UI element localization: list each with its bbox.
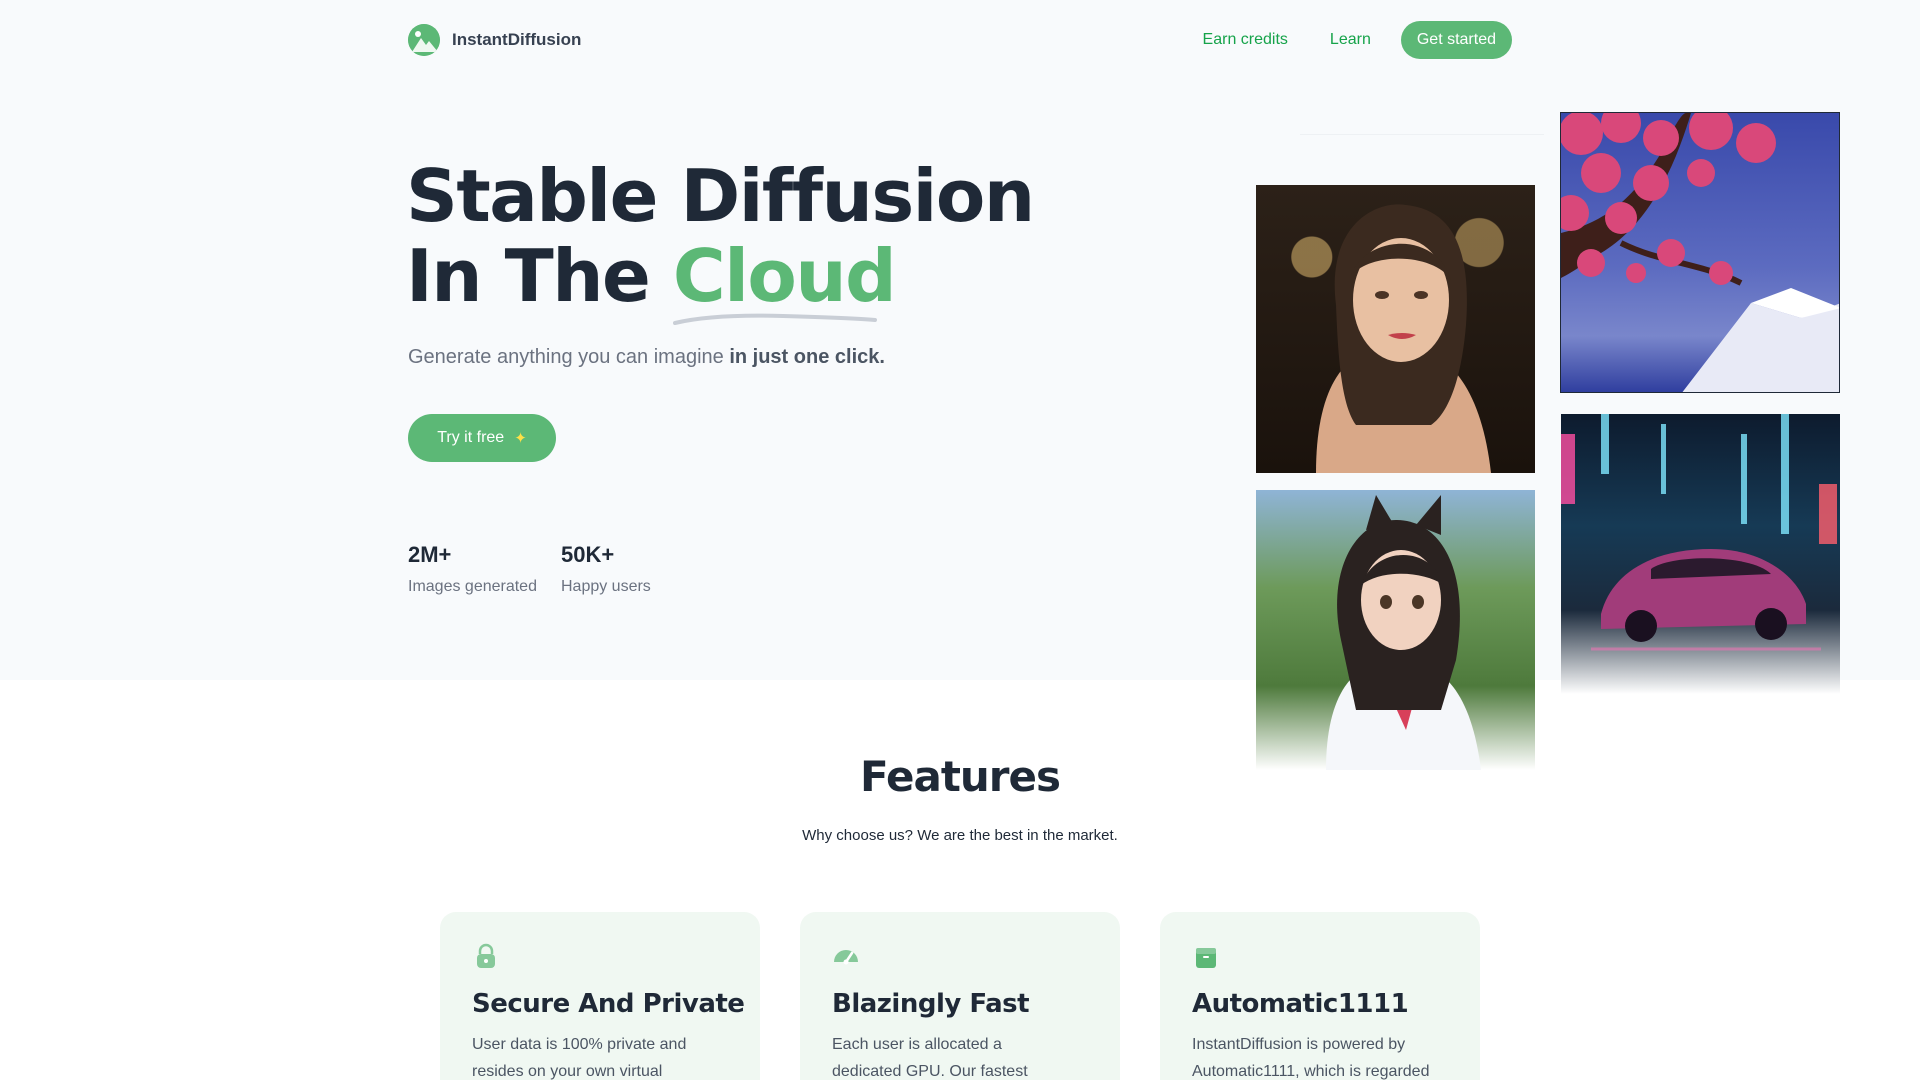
nav-learn[interactable]: Learn: [1318, 23, 1383, 57]
lock-icon: [477, 943, 495, 968]
feature-card-title: Automatic1111: [1192, 989, 1409, 1019]
logo-icon: [408, 24, 440, 56]
gallery-image-neon-car: [1561, 414, 1840, 694]
feature-card-title: Blazingly Fast: [832, 989, 1030, 1019]
gallery-divider: [1300, 134, 1544, 135]
stat-value: 50K+: [560, 542, 615, 567]
main-nav: Earn credits Learn Get started: [1191, 21, 1512, 59]
brand-name: InstantDiffusion: [452, 30, 582, 49]
stat-label: Images generated: [408, 578, 537, 595]
hero-title-accent: Cloud: [672, 236, 897, 325]
nav-earn-credits[interactable]: Earn credits: [1191, 23, 1300, 57]
hero-subtitle-plain: Generate anything you can imagine: [408, 346, 724, 368]
hero-title-line-2: In The Cloud: [406, 234, 1034, 325]
gallery-image-cherry-blossom: [1560, 112, 1840, 393]
features-subtitle: Why choose us? We are the best in the ma…: [802, 827, 1118, 844]
features-title: Features: [860, 752, 1061, 801]
feature-card-secure: Secure And Private User data is 100% pri…: [440, 912, 760, 1080]
hero-title: Stable Diffusion In The Cloud: [406, 154, 1035, 325]
stats: 2M+ Images generated 50K+ Happy users: [408, 542, 651, 596]
feature-card-title: Secure And Private: [472, 989, 745, 1019]
feature-card-text: User data is 100% private and resides on…: [472, 1036, 687, 1080]
hero-title-prefix: In The: [406, 234, 651, 318]
gallery-image-anime-girl: [1256, 490, 1535, 770]
gallery-image-portrait: [1256, 185, 1535, 473]
try-it-free-button[interactable]: Try it free ✦: [408, 414, 556, 462]
hero-title-line-1: Stable Diffusion: [406, 154, 1035, 238]
try-it-free-label: Try it free: [437, 429, 505, 446]
feature-card-text: InstantDiffusion is powered by Automatic…: [1192, 1036, 1430, 1080]
feature-card-automatic1111: Automatic1111 InstantDiffusion is powere…: [1160, 912, 1480, 1080]
stat-value: 2M+: [408, 542, 452, 567]
underline-swoosh-icon: [672, 313, 877, 325]
stat-images: 2M+ Images generated: [408, 542, 537, 596]
box-icon: [1196, 948, 1216, 968]
feature-card-text: Each user is allocated a dedicated GPU. …: [832, 1036, 1028, 1080]
speedometer-icon: [834, 950, 858, 965]
site-header: InstantDiffusion Earn credits Learn Get …: [0, 0, 1920, 80]
feature-card-fast: Blazingly Fast Each user is allocated a …: [800, 912, 1120, 1080]
sparkles-icon: ✦: [514, 430, 527, 447]
stat-label: Happy users: [560, 578, 651, 595]
stat-users: 50K+ Happy users: [561, 542, 651, 596]
hero-subtitle-bold: in just one click.: [729, 346, 885, 368]
brand[interactable]: InstantDiffusion: [408, 24, 581, 56]
get-started-button[interactable]: Get started: [1400, 21, 1512, 59]
hero-subtitle: Generate anything you can imagine in jus…: [408, 346, 885, 369]
